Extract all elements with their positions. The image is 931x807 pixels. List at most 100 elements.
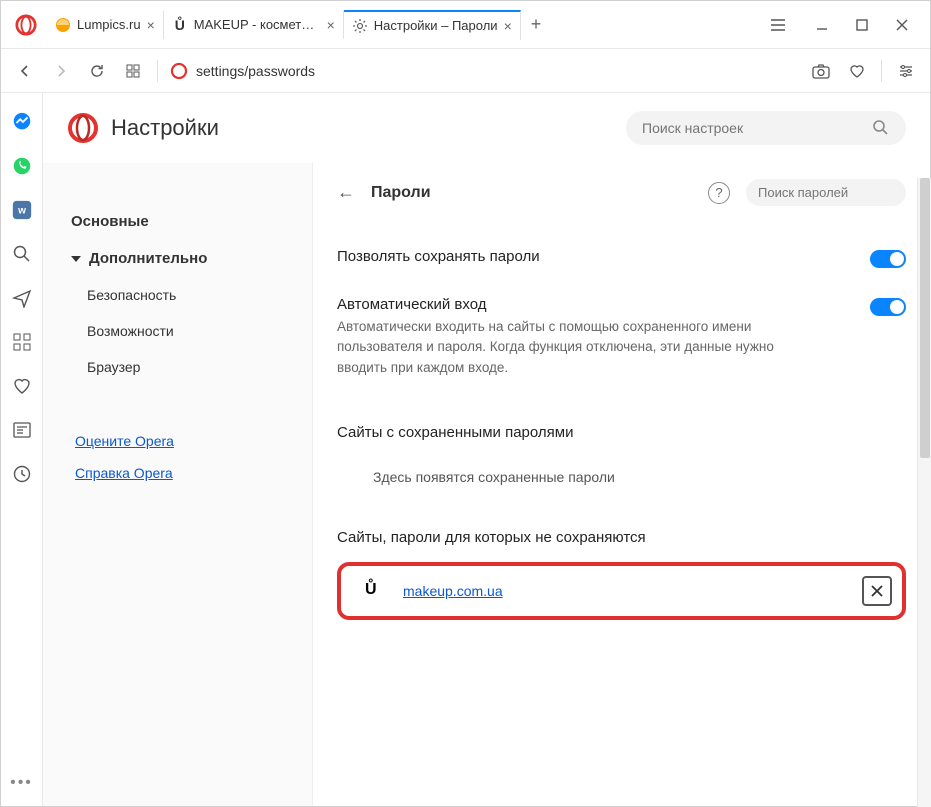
minimize-button[interactable] — [802, 7, 842, 43]
tab-makeup[interactable]: Ů MAKEUP - косметика и па × — [164, 11, 344, 39]
site-favicon-icon: Ů — [365, 581, 385, 601]
grid-icon — [125, 63, 141, 79]
settings-nav: Основные Дополнительно Безопасность Возм… — [43, 163, 313, 806]
news-button[interactable] — [11, 419, 33, 441]
auto-login-label: Автоматический вход — [337, 296, 870, 313]
bookmark-button[interactable] — [845, 59, 869, 83]
settings-title: Настройки — [111, 115, 614, 141]
separator — [881, 60, 882, 82]
panel-back-button[interactable]: ← — [337, 182, 355, 203]
allow-save-row: Позволять сохранять пароли — [337, 234, 906, 282]
remove-site-button[interactable] — [862, 576, 892, 606]
separator — [157, 60, 158, 82]
address-bar: settings/passwords — [1, 49, 930, 93]
panel-title: Пароли — [371, 184, 692, 202]
minimize-icon — [816, 19, 828, 31]
auto-login-row: Автоматический вход Автоматически входит… — [337, 282, 906, 392]
easy-setup-button[interactable] — [894, 59, 918, 83]
close-icon[interactable]: × — [327, 17, 335, 33]
search-icon — [872, 119, 890, 137]
auto-login-desc: Автоматически входить на сайты с помощью… — [337, 317, 777, 378]
vk-button[interactable]: w — [11, 199, 33, 221]
new-tab-button[interactable]: + — [521, 10, 552, 39]
close-window-button[interactable] — [882, 7, 922, 43]
window-menu-button[interactable] — [758, 7, 798, 43]
tab-title: Настройки – Пароли — [374, 18, 498, 33]
history-button[interactable] — [11, 463, 33, 485]
heart-icon — [848, 63, 866, 79]
tab-title: Lumpics.ru — [77, 17, 141, 32]
search-rail-button[interactable] — [11, 243, 33, 265]
address-field[interactable]: settings/passwords — [170, 62, 797, 80]
content-area: Настройки Основные Дополнительно Безопас… — [43, 93, 930, 806]
allow-save-toggle[interactable] — [870, 250, 906, 268]
whatsapp-button[interactable] — [11, 155, 33, 177]
titlebar: Lumpics.ru × Ů MAKEUP - косметика и па ×… — [1, 1, 930, 49]
reload-button[interactable] — [85, 59, 109, 83]
reload-icon — [89, 63, 105, 79]
flow-button[interactable] — [11, 287, 33, 309]
close-icon[interactable]: × — [147, 17, 155, 33]
vk-icon: w — [11, 199, 33, 221]
settings-header: Настройки — [43, 93, 930, 163]
nav-advanced[interactable]: Дополнительно — [71, 240, 312, 277]
sidebar-rail: w ••• — [1, 93, 43, 806]
panel-header: ← Пароли ? — [337, 179, 906, 206]
passwords-panel: ← Пароли ? Позволять сохранять пароли — [313, 163, 930, 806]
passwords-search-input[interactable] — [758, 185, 930, 200]
passwords-search[interactable] — [746, 179, 906, 206]
nav-browser[interactable]: Браузер — [71, 349, 312, 385]
opera-logo-icon — [15, 14, 37, 36]
settings-search-input[interactable] — [642, 120, 872, 136]
speed-dial-button[interactable] — [121, 59, 145, 83]
snapshot-button[interactable] — [809, 59, 833, 83]
scrollbar[interactable] — [917, 178, 930, 806]
rail-more-button[interactable]: ••• — [10, 774, 33, 792]
nav-rate-opera[interactable]: Оцените Opera — [71, 425, 312, 457]
nav-features[interactable]: Возможности — [71, 313, 312, 349]
nav-help-opera[interactable]: Справка Opera — [71, 457, 312, 489]
clock-icon — [12, 464, 32, 484]
back-button[interactable] — [13, 59, 37, 83]
window-controls — [802, 7, 922, 43]
allow-save-label: Позволять сохранять пароли — [337, 248, 870, 265]
settings-search[interactable] — [626, 111, 906, 145]
speed-dial-rail-button[interactable] — [11, 331, 33, 353]
messenger-button[interactable] — [11, 111, 33, 133]
tab-strip: Lumpics.ru × Ů MAKEUP - косметика и па ×… — [47, 10, 758, 40]
close-icon — [896, 19, 908, 31]
tab-lumpics[interactable]: Lumpics.ru × — [47, 11, 164, 39]
heart-icon — [12, 377, 32, 395]
close-icon[interactable]: × — [504, 18, 512, 34]
address-text: settings/passwords — [196, 63, 315, 79]
forward-button[interactable] — [49, 59, 73, 83]
favicon-lumpics-icon — [55, 17, 71, 33]
maximize-button[interactable] — [842, 7, 882, 43]
auto-login-toggle[interactable] — [870, 298, 906, 316]
opera-logo-large-icon — [67, 112, 99, 144]
search-icon — [12, 244, 32, 264]
maximize-icon — [856, 19, 868, 31]
whatsapp-icon — [11, 155, 33, 177]
send-icon — [12, 288, 32, 308]
sliders-icon — [898, 63, 914, 79]
never-save-site-link[interactable]: makeup.com.ua — [403, 583, 503, 599]
messenger-icon — [11, 111, 33, 133]
news-icon — [12, 421, 32, 439]
opera-o-icon — [170, 62, 188, 80]
chevron-right-icon — [54, 64, 68, 78]
tab-title: MAKEUP - косметика и па — [194, 17, 321, 32]
help-button[interactable]: ? — [708, 182, 730, 204]
hamburger-icon — [770, 18, 786, 32]
never-save-title: Сайты, пароли для которых не сохраняются — [337, 529, 906, 546]
svg-text:w: w — [17, 206, 26, 217]
gear-icon — [352, 18, 368, 34]
nav-basic[interactable]: Основные — [71, 203, 312, 240]
nav-security[interactable]: Безопасность — [71, 277, 312, 313]
never-save-row-highlight: Ů makeup.com.ua — [337, 562, 906, 620]
tab-settings[interactable]: Настройки – Пароли × — [344, 10, 521, 40]
chevron-left-icon — [18, 64, 32, 78]
favicon-makeup-icon: Ů — [172, 17, 188, 33]
bookmarks-rail-button[interactable] — [11, 375, 33, 397]
scrollbar-thumb[interactable] — [920, 178, 930, 458]
